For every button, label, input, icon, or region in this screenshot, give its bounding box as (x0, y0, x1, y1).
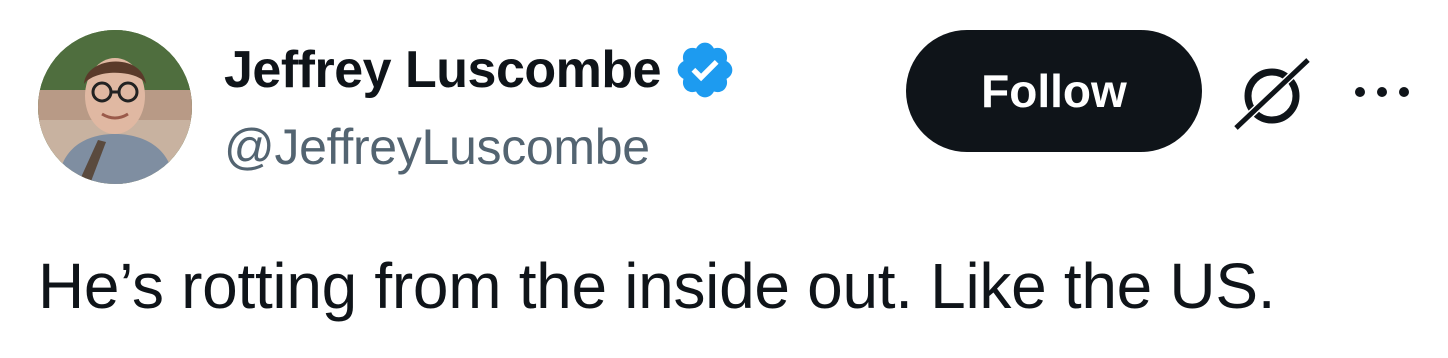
display-name[interactable]: Jeffrey Luscombe (224, 38, 662, 102)
more-dots-icon[interactable] (1352, 82, 1412, 102)
tweet-text: He’s rotting from the inside out. Like t… (38, 250, 1276, 322)
grok-icon[interactable] (1232, 56, 1312, 132)
follow-button[interactable]: Follow (906, 30, 1202, 152)
user-handle[interactable]: @JeffreyLuscombe (224, 116, 650, 178)
avatar[interactable] (38, 30, 192, 184)
author-name-row: Jeffrey Luscombe (224, 38, 737, 102)
avatar-photo (38, 30, 192, 184)
verified-badge-icon[interactable] (673, 38, 737, 102)
